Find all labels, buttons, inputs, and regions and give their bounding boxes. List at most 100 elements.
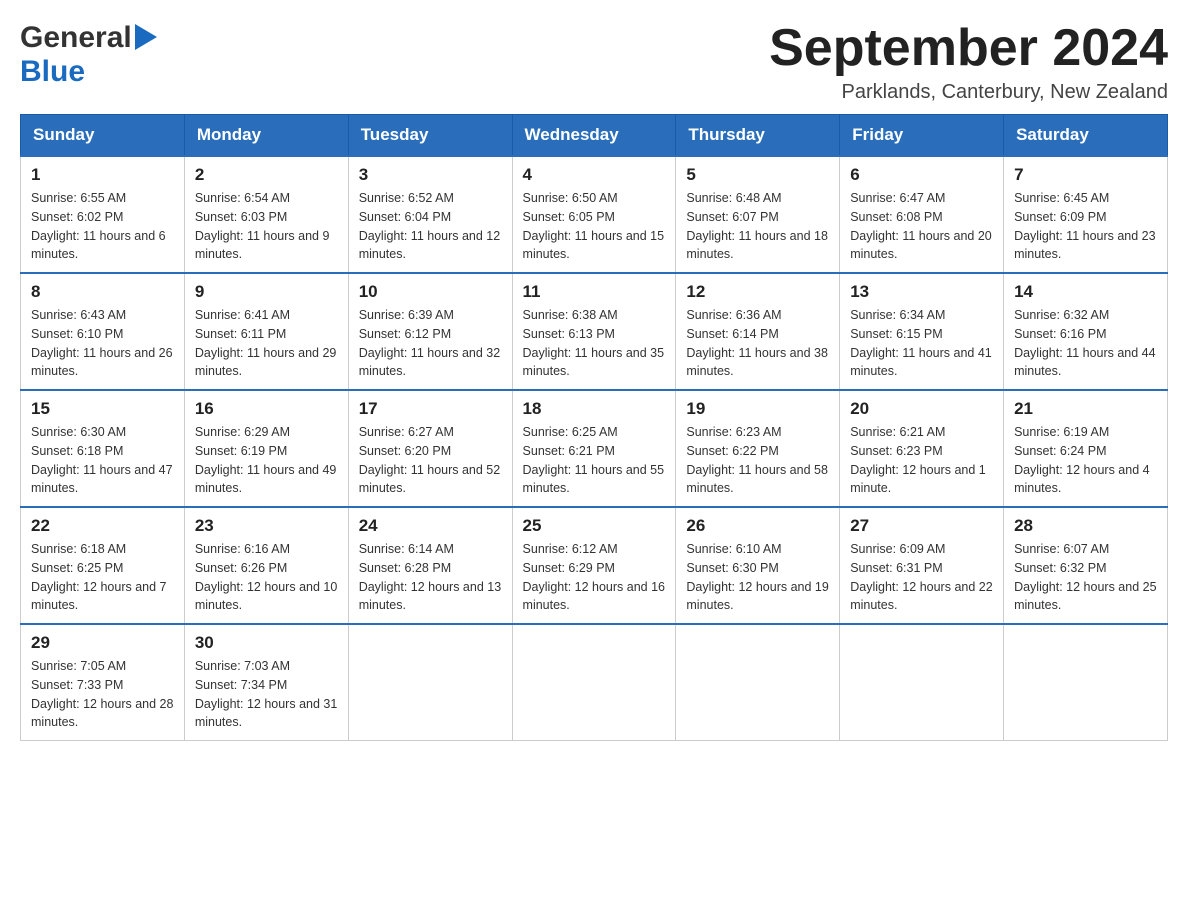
- calendar-day-cell: 24 Sunrise: 6:14 AMSunset: 6:28 PMDaylig…: [348, 507, 512, 624]
- calendar-day-cell: 12 Sunrise: 6:36 AMSunset: 6:14 PMDaylig…: [676, 273, 840, 390]
- calendar-day-cell: 25 Sunrise: 6:12 AMSunset: 6:29 PMDaylig…: [512, 507, 676, 624]
- day-number: 5: [686, 165, 829, 185]
- day-number: 8: [31, 282, 174, 302]
- day-info: Sunrise: 6:54 AMSunset: 6:03 PMDaylight:…: [195, 191, 330, 261]
- day-info: Sunrise: 6:23 AMSunset: 6:22 PMDaylight:…: [686, 425, 828, 495]
- calendar-empty-cell: [840, 624, 1004, 741]
- weekday-header-thursday: Thursday: [676, 115, 840, 157]
- day-info: Sunrise: 6:41 AMSunset: 6:11 PMDaylight:…: [195, 308, 337, 378]
- calendar-day-cell: 22 Sunrise: 6:18 AMSunset: 6:25 PMDaylig…: [21, 507, 185, 624]
- calendar-day-cell: 14 Sunrise: 6:32 AMSunset: 6:16 PMDaylig…: [1004, 273, 1168, 390]
- logo-general-text: General: [20, 21, 132, 55]
- calendar-week-row: 29 Sunrise: 7:05 AMSunset: 7:33 PMDaylig…: [21, 624, 1168, 741]
- calendar-empty-cell: [348, 624, 512, 741]
- day-info: Sunrise: 6:07 AMSunset: 6:32 PMDaylight:…: [1014, 542, 1156, 612]
- weekday-header-wednesday: Wednesday: [512, 115, 676, 157]
- weekday-header-friday: Friday: [840, 115, 1004, 157]
- day-number: 3: [359, 165, 502, 185]
- day-info: Sunrise: 6:48 AMSunset: 6:07 PMDaylight:…: [686, 191, 828, 261]
- day-info: Sunrise: 6:55 AMSunset: 6:02 PMDaylight:…: [31, 191, 166, 261]
- day-number: 11: [523, 282, 666, 302]
- day-number: 21: [1014, 399, 1157, 419]
- day-number: 22: [31, 516, 174, 536]
- calendar-week-row: 8 Sunrise: 6:43 AMSunset: 6:10 PMDayligh…: [21, 273, 1168, 390]
- calendar-day-cell: 26 Sunrise: 6:10 AMSunset: 6:30 PMDaylig…: [676, 507, 840, 624]
- day-info: Sunrise: 6:14 AMSunset: 6:28 PMDaylight:…: [359, 542, 501, 612]
- day-number: 30: [195, 633, 338, 653]
- day-number: 16: [195, 399, 338, 419]
- calendar-week-row: 22 Sunrise: 6:18 AMSunset: 6:25 PMDaylig…: [21, 507, 1168, 624]
- day-number: 26: [686, 516, 829, 536]
- day-info: Sunrise: 6:21 AMSunset: 6:23 PMDaylight:…: [850, 425, 986, 495]
- logo-arrow-icon: [135, 24, 157, 55]
- day-info: Sunrise: 6:27 AMSunset: 6:20 PMDaylight:…: [359, 425, 501, 495]
- day-info: Sunrise: 6:18 AMSunset: 6:25 PMDaylight:…: [31, 542, 167, 612]
- day-number: 27: [850, 516, 993, 536]
- day-number: 1: [31, 165, 174, 185]
- calendar-day-cell: 13 Sunrise: 6:34 AMSunset: 6:15 PMDaylig…: [840, 273, 1004, 390]
- calendar-day-cell: 9 Sunrise: 6:41 AMSunset: 6:11 PMDayligh…: [184, 273, 348, 390]
- calendar-day-cell: 4 Sunrise: 6:50 AMSunset: 6:05 PMDayligh…: [512, 156, 676, 273]
- day-number: 24: [359, 516, 502, 536]
- month-title: September 2024: [769, 20, 1168, 77]
- day-number: 7: [1014, 165, 1157, 185]
- calendar-day-cell: 17 Sunrise: 6:27 AMSunset: 6:20 PMDaylig…: [348, 390, 512, 507]
- calendar-day-cell: 7 Sunrise: 6:45 AMSunset: 6:09 PMDayligh…: [1004, 156, 1168, 273]
- calendar-empty-cell: [512, 624, 676, 741]
- day-number: 29: [31, 633, 174, 653]
- calendar-day-cell: 8 Sunrise: 6:43 AMSunset: 6:10 PMDayligh…: [21, 273, 185, 390]
- calendar-day-cell: 3 Sunrise: 6:52 AMSunset: 6:04 PMDayligh…: [348, 156, 512, 273]
- day-info: Sunrise: 6:12 AMSunset: 6:29 PMDaylight:…: [523, 542, 665, 612]
- calendar-day-cell: 18 Sunrise: 6:25 AMSunset: 6:21 PMDaylig…: [512, 390, 676, 507]
- day-info: Sunrise: 6:39 AMSunset: 6:12 PMDaylight:…: [359, 308, 501, 378]
- day-number: 10: [359, 282, 502, 302]
- day-number: 2: [195, 165, 338, 185]
- day-number: 6: [850, 165, 993, 185]
- day-info: Sunrise: 6:43 AMSunset: 6:10 PMDaylight:…: [31, 308, 173, 378]
- day-info: Sunrise: 6:19 AMSunset: 6:24 PMDaylight:…: [1014, 425, 1150, 495]
- calendar-empty-cell: [1004, 624, 1168, 741]
- weekday-header-monday: Monday: [184, 115, 348, 157]
- day-info: Sunrise: 6:09 AMSunset: 6:31 PMDaylight:…: [850, 542, 992, 612]
- day-number: 17: [359, 399, 502, 419]
- calendar-day-cell: 27 Sunrise: 6:09 AMSunset: 6:31 PMDaylig…: [840, 507, 1004, 624]
- day-number: 4: [523, 165, 666, 185]
- calendar-header-row: SundayMondayTuesdayWednesdayThursdayFrid…: [21, 115, 1168, 157]
- calendar-day-cell: 19 Sunrise: 6:23 AMSunset: 6:22 PMDaylig…: [676, 390, 840, 507]
- day-info: Sunrise: 6:10 AMSunset: 6:30 PMDaylight:…: [686, 542, 828, 612]
- calendar-table: SundayMondayTuesdayWednesdayThursdayFrid…: [20, 114, 1168, 741]
- calendar-empty-cell: [676, 624, 840, 741]
- day-number: 23: [195, 516, 338, 536]
- weekday-header-sunday: Sunday: [21, 115, 185, 157]
- day-number: 18: [523, 399, 666, 419]
- day-number: 25: [523, 516, 666, 536]
- weekday-header-saturday: Saturday: [1004, 115, 1168, 157]
- day-number: 15: [31, 399, 174, 419]
- logo: General Blue: [20, 20, 157, 89]
- calendar-day-cell: 23 Sunrise: 6:16 AMSunset: 6:26 PMDaylig…: [184, 507, 348, 624]
- day-info: Sunrise: 6:32 AMSunset: 6:16 PMDaylight:…: [1014, 308, 1156, 378]
- day-info: Sunrise: 7:03 AMSunset: 7:34 PMDaylight:…: [195, 659, 337, 729]
- day-info: Sunrise: 6:45 AMSunset: 6:09 PMDaylight:…: [1014, 191, 1156, 261]
- calendar-day-cell: 1 Sunrise: 6:55 AMSunset: 6:02 PMDayligh…: [21, 156, 185, 273]
- day-info: Sunrise: 6:16 AMSunset: 6:26 PMDaylight:…: [195, 542, 337, 612]
- day-info: Sunrise: 6:38 AMSunset: 6:13 PMDaylight:…: [523, 308, 665, 378]
- day-number: 9: [195, 282, 338, 302]
- weekday-header-tuesday: Tuesday: [348, 115, 512, 157]
- day-info: Sunrise: 6:36 AMSunset: 6:14 PMDaylight:…: [686, 308, 828, 378]
- day-info: Sunrise: 6:50 AMSunset: 6:05 PMDaylight:…: [523, 191, 665, 261]
- calendar-day-cell: 5 Sunrise: 6:48 AMSunset: 6:07 PMDayligh…: [676, 156, 840, 273]
- calendar-day-cell: 15 Sunrise: 6:30 AMSunset: 6:18 PMDaylig…: [21, 390, 185, 507]
- day-info: Sunrise: 7:05 AMSunset: 7:33 PMDaylight:…: [31, 659, 173, 729]
- calendar-week-row: 15 Sunrise: 6:30 AMSunset: 6:18 PMDaylig…: [21, 390, 1168, 507]
- calendar-day-cell: 28 Sunrise: 6:07 AMSunset: 6:32 PMDaylig…: [1004, 507, 1168, 624]
- day-number: 28: [1014, 516, 1157, 536]
- location-text: Parklands, Canterbury, New Zealand: [769, 81, 1168, 104]
- calendar-day-cell: 10 Sunrise: 6:39 AMSunset: 6:12 PMDaylig…: [348, 273, 512, 390]
- day-number: 20: [850, 399, 993, 419]
- calendar-day-cell: 16 Sunrise: 6:29 AMSunset: 6:19 PMDaylig…: [184, 390, 348, 507]
- calendar-week-row: 1 Sunrise: 6:55 AMSunset: 6:02 PMDayligh…: [21, 156, 1168, 273]
- calendar-day-cell: 2 Sunrise: 6:54 AMSunset: 6:03 PMDayligh…: [184, 156, 348, 273]
- calendar-day-cell: 20 Sunrise: 6:21 AMSunset: 6:23 PMDaylig…: [840, 390, 1004, 507]
- day-info: Sunrise: 6:29 AMSunset: 6:19 PMDaylight:…: [195, 425, 337, 495]
